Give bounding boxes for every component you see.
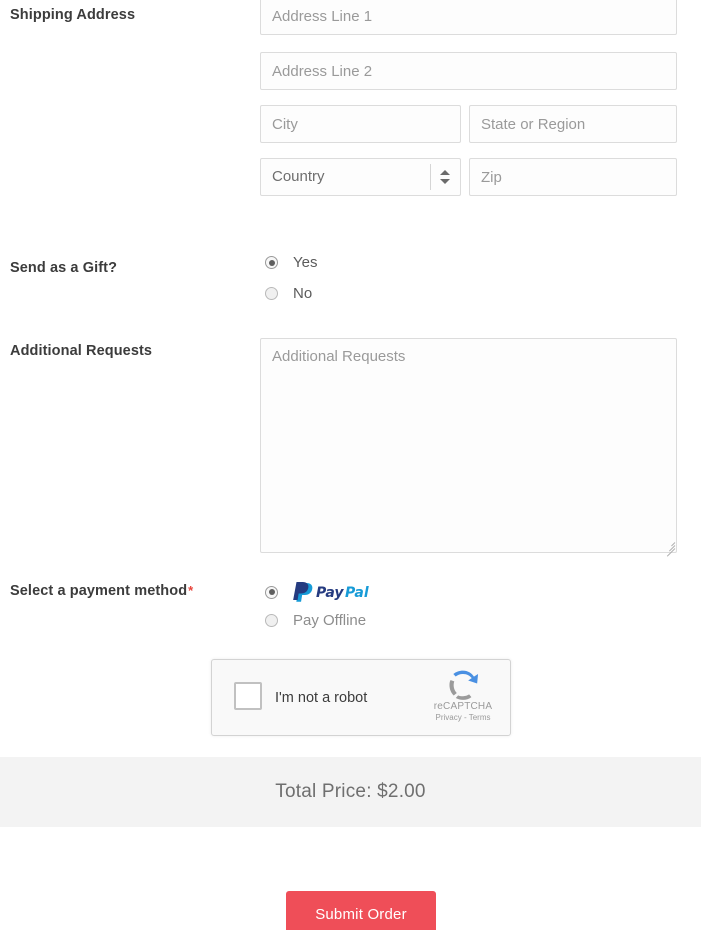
chevron-updown-icon [440,168,451,186]
send-as-gift-label: Send as a Gift? [10,260,118,276]
payment-option-pay-offline-label: Pay Offline [293,612,367,629]
state-or-region-input[interactable] [469,105,677,143]
radio-icon-gift-no[interactable] [265,287,278,300]
svg-text:Pay: Pay [316,585,344,601]
recaptcha-brand-name: reCAPTCHA [433,701,493,712]
country-select-separator [430,164,431,190]
gift-option-no[interactable]: No [265,285,312,302]
paypal-logo-icon: Pay Pal [293,581,379,603]
payment-option-pay-offline[interactable]: Pay Offline [265,612,366,629]
checkout-form-page: Shipping Address Country Send as a Gift?… [0,0,701,930]
country-select-value: Country [272,168,325,185]
payment-option-paypal[interactable]: Pay Pal PayPal [265,581,379,603]
svg-text:Pal: Pal [345,585,369,601]
recaptcha-checkbox[interactable] [234,682,262,710]
city-input[interactable] [260,105,461,143]
recaptcha-logo-icon [449,670,479,700]
submit-order-button[interactable]: Submit Order [286,891,436,930]
recaptcha-widget[interactable]: I'm not a robot reCAPTCHA Privacy - Term… [211,659,511,736]
shipping-address-label: Shipping Address [10,7,136,23]
gift-option-yes-label: Yes [293,254,318,271]
additional-requests-textarea[interactable] [260,338,677,553]
radio-icon-pay-offline[interactable] [265,614,278,627]
gift-option-yes[interactable]: Yes [265,254,317,271]
gift-option-no-label: No [293,285,313,302]
recaptcha-label: I'm not a robot [275,689,368,706]
additional-requests-label: Additional Requests [10,343,153,359]
country-select[interactable]: Country [260,158,461,196]
total-price-text: Total Price: $2.00 [275,781,426,802]
address-line-1-input[interactable] [260,0,677,35]
address-line-2-input[interactable] [260,52,677,90]
payment-method-label-text: Select a payment method [10,583,188,599]
radio-icon-paypal[interactable] [265,585,278,599]
zip-input[interactable] [469,158,677,196]
total-price-bar: Total Price: $2.00 [0,757,701,827]
radio-icon-gift-yes[interactable] [265,256,278,269]
recaptcha-privacy-terms-links[interactable]: Privacy - Terms [426,713,500,722]
payment-method-label: Select a payment method* [10,583,193,599]
recaptcha-branding: reCAPTCHA Privacy - Terms [426,666,500,722]
required-asterisk: * [188,583,194,598]
